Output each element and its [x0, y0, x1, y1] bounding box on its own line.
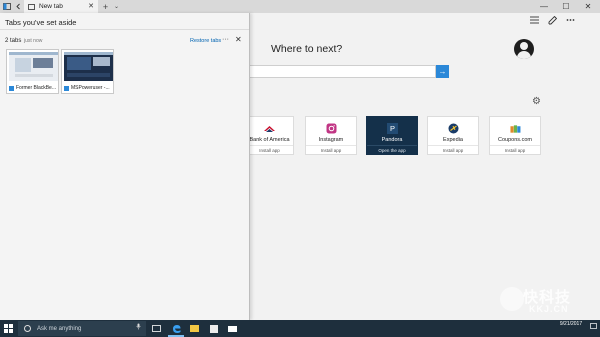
tile-coupons[interactable]: Coupons.com Install app	[489, 116, 541, 155]
aside-tab-caption: Former BlackBe...	[9, 83, 58, 93]
tile-pandora[interactable]: P Pandora Open the app	[366, 116, 418, 155]
divider	[0, 29, 249, 30]
taskbar-search-box[interactable]: Ask me anything	[18, 321, 146, 336]
pandora-logo: P	[386, 123, 398, 134]
store-icon[interactable]	[208, 323, 219, 334]
avatar-head-shape	[520, 42, 528, 50]
tile-expedia[interactable]: Expedia Install app	[427, 116, 479, 155]
site-watermark: 快科技 KKJ.CN	[498, 284, 596, 318]
bank-of-america-logo	[264, 125, 275, 132]
edge-browser-icon[interactable]	[171, 323, 182, 334]
folder-shape	[190, 325, 199, 332]
mail-icon[interactable]	[227, 323, 238, 334]
aside-tab-thumbnail[interactable]: Former BlackBe...	[6, 49, 59, 94]
tab-close-icon[interactable]: ✕	[88, 2, 94, 10]
svg-text:P: P	[389, 124, 394, 133]
tile-name: Coupons.com	[498, 137, 532, 143]
search-placeholder: Ask me anything	[37, 325, 82, 332]
tile-bank-of-america[interactable]: Bank of America Install app	[245, 116, 294, 155]
windows-start-icon[interactable]	[4, 324, 13, 333]
aside-tab-title: MSPoweruser -...	[71, 85, 110, 91]
tile-name: Expedia	[443, 137, 463, 143]
tab-title: New tab	[39, 3, 63, 10]
expedia-logo	[448, 123, 458, 134]
coupons-logo	[509, 124, 520, 133]
tile-name: Bank of America	[249, 137, 290, 143]
tile-action[interactable]: Install app	[306, 145, 356, 154]
instagram-icon	[326, 123, 337, 134]
instagram-logo	[326, 123, 336, 134]
aside-group-time: just now	[24, 38, 43, 44]
tile-action[interactable]: Install app	[428, 145, 478, 154]
page-preview-image	[9, 52, 58, 81]
file-explorer-icon[interactable]	[189, 323, 200, 334]
aside-group-count: 2 tabs	[5, 38, 22, 44]
aside-tab-caption: MSPoweruser -...	[64, 83, 113, 93]
clock-date: 9/21/2017	[559, 321, 583, 327]
watermark-subtext: KKJ.CN	[529, 304, 569, 314]
more-icon[interactable]	[566, 16, 575, 24]
restore-tabs-link[interactable]: Restore tabs	[190, 38, 221, 44]
tab-list-chevron-icon[interactable]: ⌄	[112, 0, 121, 13]
action-center-icon[interactable]	[590, 323, 597, 332]
avatar-shoulders-shape	[517, 51, 531, 59]
cortana-icon	[24, 325, 31, 332]
window-maximize-button[interactable]: ☐	[556, 0, 576, 13]
action-center-glyph	[590, 323, 597, 329]
tile-action[interactable]: Install app	[246, 145, 293, 154]
store-bag-shape	[209, 324, 218, 333]
site-favicon-icon	[9, 85, 14, 91]
browser-toolbar	[530, 16, 575, 25]
tab-new-tab[interactable]: New tab ✕	[24, 0, 98, 13]
aside-tab-title: Former BlackBe...	[16, 85, 57, 91]
browser-titlebar: New tab ✕ + ⌄ — ☐ ✕	[0, 0, 600, 13]
window-minimize-button[interactable]: —	[534, 0, 554, 13]
gear-icon[interactable]: ⚙	[532, 96, 541, 107]
tabs-aside-glyph	[2, 3, 11, 10]
system-clock[interactable]: 9/21/2017	[553, 321, 589, 328]
profile-avatar[interactable]	[514, 39, 534, 59]
task-view-glyph	[152, 325, 161, 332]
new-tab-favicon-icon	[28, 3, 35, 10]
page-preview-image	[64, 52, 113, 81]
aside-tab-thumbnail[interactable]: MSPoweruser -...	[61, 49, 114, 94]
tabs-aside-icon[interactable]	[1, 0, 12, 13]
coupons-icon	[509, 123, 521, 134]
expedia-icon	[448, 123, 459, 134]
tile-action[interactable]: Open the app	[367, 145, 417, 154]
tabs-aside-title: Tabs you've set aside	[5, 18, 77, 27]
bank-of-america-icon	[264, 123, 275, 134]
hub-icon[interactable]	[530, 16, 539, 24]
tile-action[interactable]: Install app	[490, 145, 540, 154]
task-view-icon[interactable]	[151, 323, 162, 334]
edge-logo	[173, 325, 181, 333]
window-close-button[interactable]: ✕	[578, 0, 598, 13]
tabs-aside-panel: Tabs you've set aside 2 tabs just now Re…	[0, 13, 250, 320]
tile-instagram[interactable]: Instagram Install app	[305, 116, 357, 155]
tab-preview-glyph	[15, 3, 20, 10]
page-heading: Where to next?	[271, 43, 343, 55]
site-favicon-icon	[64, 85, 69, 91]
pandora-icon: P	[386, 123, 398, 134]
envelope-shape	[228, 325, 237, 332]
tile-name: Instagram	[318, 137, 344, 143]
web-notes-icon[interactable]	[548, 16, 557, 25]
microphone-glyph	[136, 323, 141, 330]
microphone-icon[interactable]	[136, 323, 141, 332]
search-input[interactable]	[250, 65, 436, 78]
watermark-logo-icon	[500, 287, 524, 311]
tile-name: Pandora	[381, 137, 403, 143]
search-go-button[interactable]: →	[436, 65, 449, 78]
new-tab-button[interactable]: +	[101, 0, 110, 13]
close-icon[interactable]: ✕	[235, 35, 242, 44]
more-icon[interactable]: ···	[222, 36, 229, 43]
windows-taskbar: Ask me anything 9/21/2017	[0, 320, 600, 337]
show-tab-previews-icon[interactable]	[13, 0, 23, 13]
